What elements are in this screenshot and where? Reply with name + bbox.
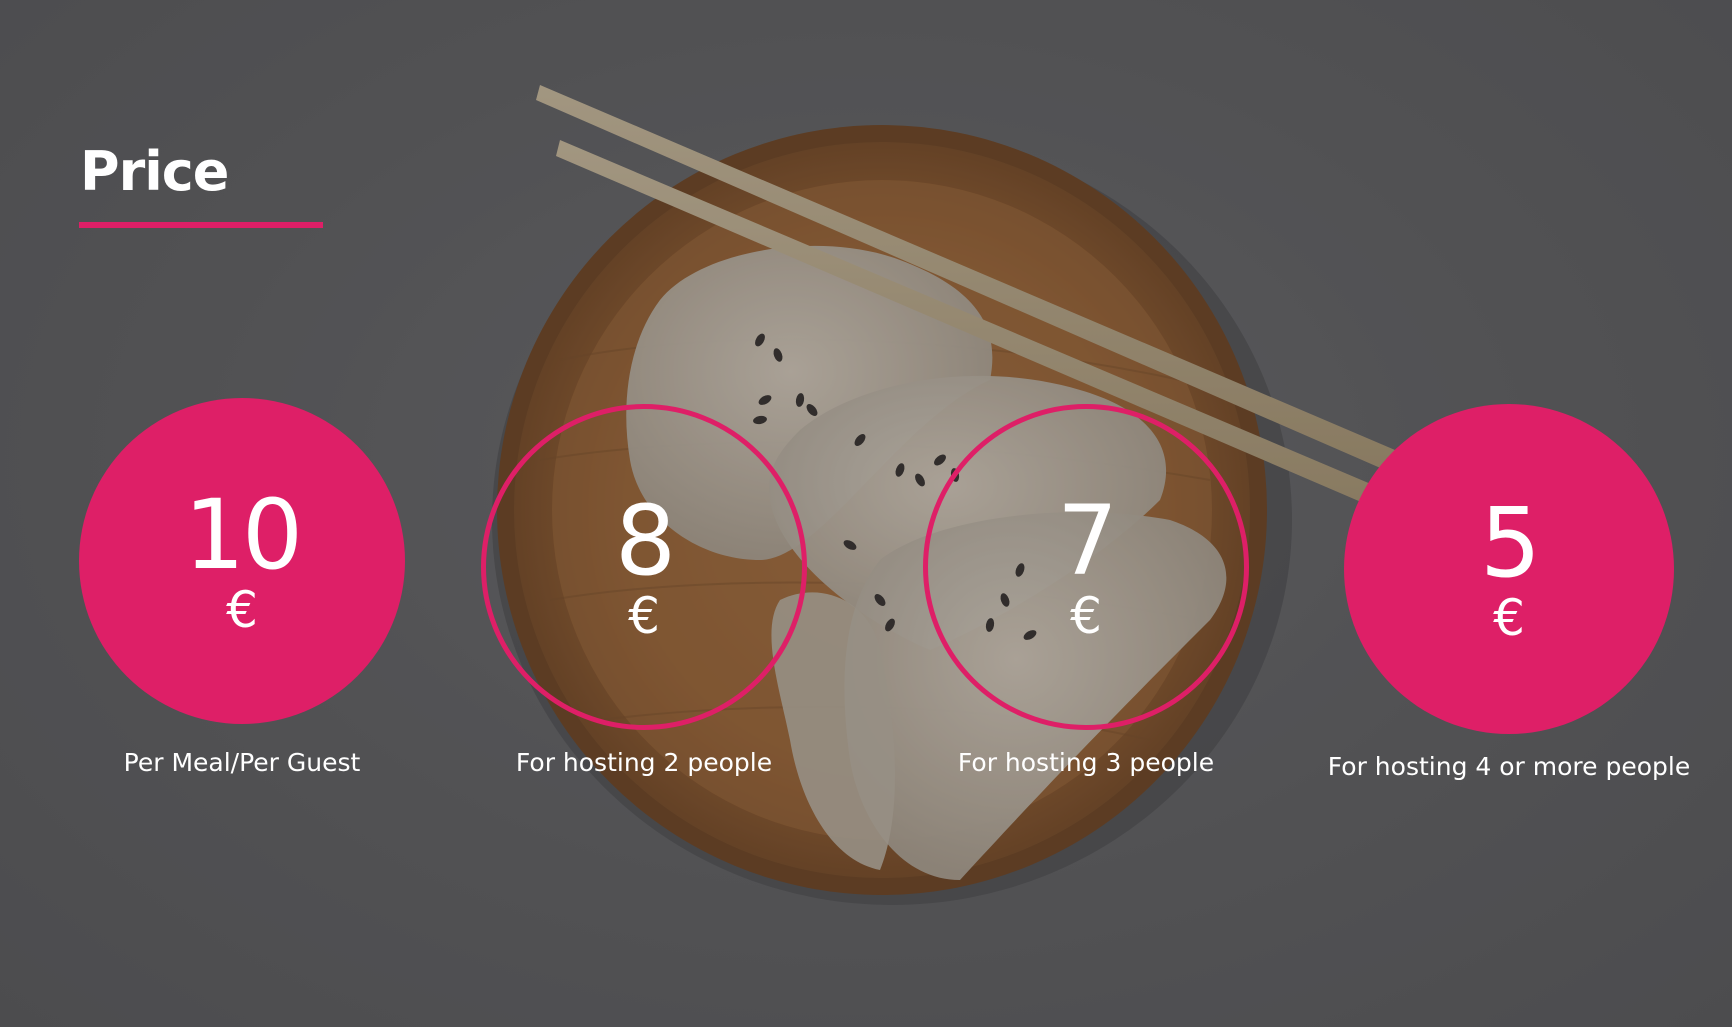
page-title: Price [80,140,229,203]
currency-symbol: € [1493,589,1525,647]
price-caption: For hosting 3 people [957,748,1215,777]
title-underline [79,222,323,228]
price-caption: For hosting 2 people [515,748,773,777]
price-slide: Price 10 € Per Meal/Per Guest 8 € For ho… [0,0,1732,1027]
price-amount: 8 [614,485,676,597]
currency-symbol: € [628,587,660,645]
price-amount: 5 [1479,487,1541,599]
price-amount: 10 [183,479,303,591]
price-caption: Per Meal/Per Guest [123,748,361,777]
price-circle: 8 € [481,404,807,730]
price-card-3-people: 7 € For hosting 3 people [906,404,1266,777]
price-circle: 5 € [1344,404,1674,734]
price-caption: For hosting 4 or more people [1327,752,1691,781]
price-card-2-people: 8 € For hosting 2 people [464,404,824,777]
price-card-4-or-more: 5 € For hosting 4 or more people [1324,404,1694,781]
price-circle: 10 € [79,398,405,724]
currency-symbol: € [226,581,258,639]
price-circle: 7 € [923,404,1249,730]
price-card-per-guest: 10 € Per Meal/Per Guest [62,398,422,777]
price-amount: 7 [1056,485,1118,597]
currency-symbol: € [1070,587,1102,645]
